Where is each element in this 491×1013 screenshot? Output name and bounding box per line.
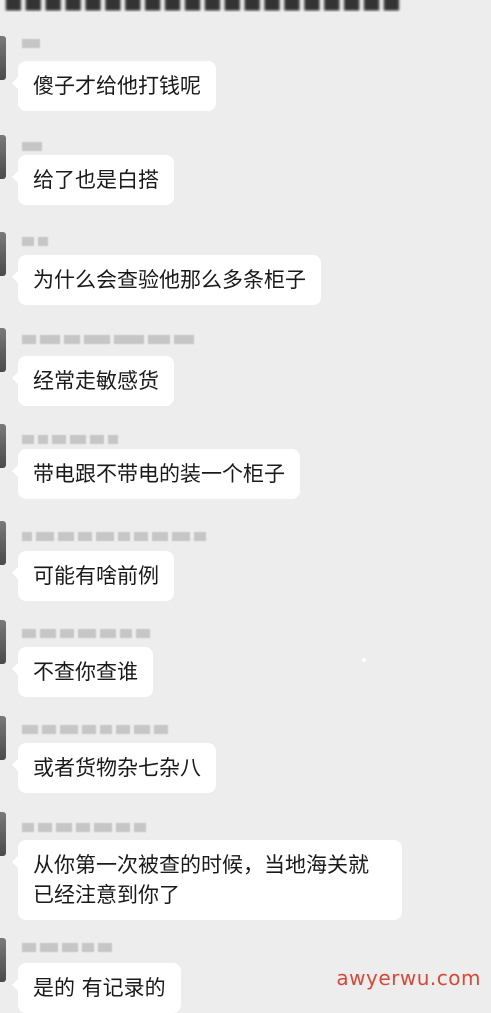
message-text: 从你第一次被查的时候，当地海关就已经注意到你了 <box>33 853 369 907</box>
sender-name-blurred <box>22 36 40 50</box>
avatar[interactable] <box>0 328 6 372</box>
message-bubble[interactable]: 可能有啥前例 <box>12 551 174 601</box>
sender-name-blurred <box>22 332 194 346</box>
sender-name-blurred <box>22 432 118 446</box>
message-text: 为什么会查验他那么多条柜子 <box>33 268 306 292</box>
message-text: 是的 有记录的 <box>33 976 166 1000</box>
sender-name-blurred <box>22 234 48 248</box>
watermark-text: awyerwu.com <box>336 966 481 990</box>
sender-name-blurred <box>22 139 42 153</box>
message-text: 给了也是白搭 <box>33 168 159 192</box>
decorative-dot <box>362 658 366 662</box>
message-text: 可能有啥前例 <box>33 564 159 588</box>
avatar[interactable] <box>0 716 6 760</box>
sender-name-blurred <box>22 940 112 954</box>
avatar[interactable] <box>0 620 6 664</box>
sender-name-blurred <box>22 820 146 834</box>
message-text: 傻子才给他打钱呢 <box>33 74 201 98</box>
message-bubble[interactable]: 带电跟不带电的装一个柜子 <box>12 449 300 499</box>
sender-name-blurred <box>22 626 150 640</box>
message-bubble[interactable]: 或者货物杂七杂八 <box>12 743 216 793</box>
message-bubble[interactable]: 不查你查谁 <box>12 647 153 697</box>
sender-name-blurred <box>22 529 206 543</box>
message-bubble[interactable]: 为什么会查验他那么多条柜子 <box>12 255 321 305</box>
avatar[interactable] <box>0 424 6 468</box>
avatar[interactable] <box>0 521 6 565</box>
chat-title-blurred: ■■■■■■■■■■■■■■■■■■■■ <box>4 0 402 12</box>
chat-header: ■■■■■■■■■■■■■■■■■■■■ <box>0 0 491 12</box>
message-text: 或者货物杂七杂八 <box>33 756 201 780</box>
avatar[interactable] <box>0 938 6 982</box>
message-bubble[interactable]: 是的 有记录的 <box>12 963 181 1013</box>
message-bubble[interactable]: 傻子才给他打钱呢 <box>12 61 216 111</box>
avatar[interactable] <box>0 36 6 80</box>
avatar[interactable] <box>0 135 6 179</box>
avatar[interactable] <box>0 812 6 856</box>
message-text: 经常走敏感货 <box>33 369 159 393</box>
message-bubble[interactable]: 经常走敏感货 <box>12 356 174 406</box>
avatar[interactable] <box>0 232 6 276</box>
sender-name-blurred <box>22 722 168 736</box>
message-text: 带电跟不带电的装一个柜子 <box>33 462 285 486</box>
message-bubble[interactable]: 从你第一次被查的时候，当地海关就已经注意到你了 <box>12 840 402 920</box>
message-text: 不查你查谁 <box>33 660 138 684</box>
message-bubble[interactable]: 给了也是白搭 <box>12 155 174 205</box>
